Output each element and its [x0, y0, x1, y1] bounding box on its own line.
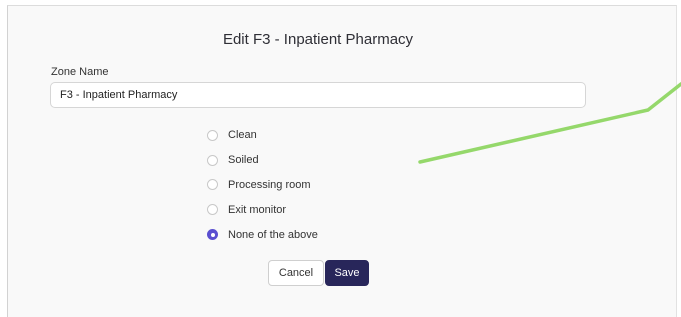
- radio-option-label: None of the above: [228, 228, 318, 241]
- zone-name-label: Zone Name: [51, 66, 109, 78]
- zone-name-input[interactable]: [50, 82, 586, 108]
- radio-button[interactable]: [207, 129, 218, 141]
- radio-option-label: Clean: [228, 129, 257, 142]
- radio-button[interactable]: [207, 179, 218, 191]
- radio-option-processing-room[interactable]: Processing room: [207, 173, 318, 198]
- radio-option-none-of-the-above[interactable]: None of the above: [207, 222, 318, 247]
- cancel-button[interactable]: Cancel: [268, 260, 324, 286]
- radio-option-soiled[interactable]: Soiled: [207, 148, 318, 173]
- radio-option-label: Exit monitor: [228, 203, 287, 216]
- save-button[interactable]: Save: [325, 260, 369, 286]
- radio-option-label: Soiled: [228, 154, 259, 167]
- radio-option-exit-monitor[interactable]: Exit monitor: [207, 197, 318, 222]
- radio-option-label: Processing room: [228, 178, 311, 191]
- dialog-title: Edit F3 - Inpatient Pharmacy: [222, 31, 414, 48]
- radio-option-clean[interactable]: Clean: [207, 123, 318, 148]
- zone-type-radio-group: Clean Soiled Processing room Exit monito…: [207, 123, 318, 247]
- radio-button[interactable]: [207, 204, 218, 216]
- edit-zone-dialog: Edit F3 - Inpatient Pharmacy Zone Name C…: [7, 5, 677, 317]
- radio-button-selected[interactable]: [207, 229, 218, 241]
- radio-button[interactable]: [207, 154, 218, 166]
